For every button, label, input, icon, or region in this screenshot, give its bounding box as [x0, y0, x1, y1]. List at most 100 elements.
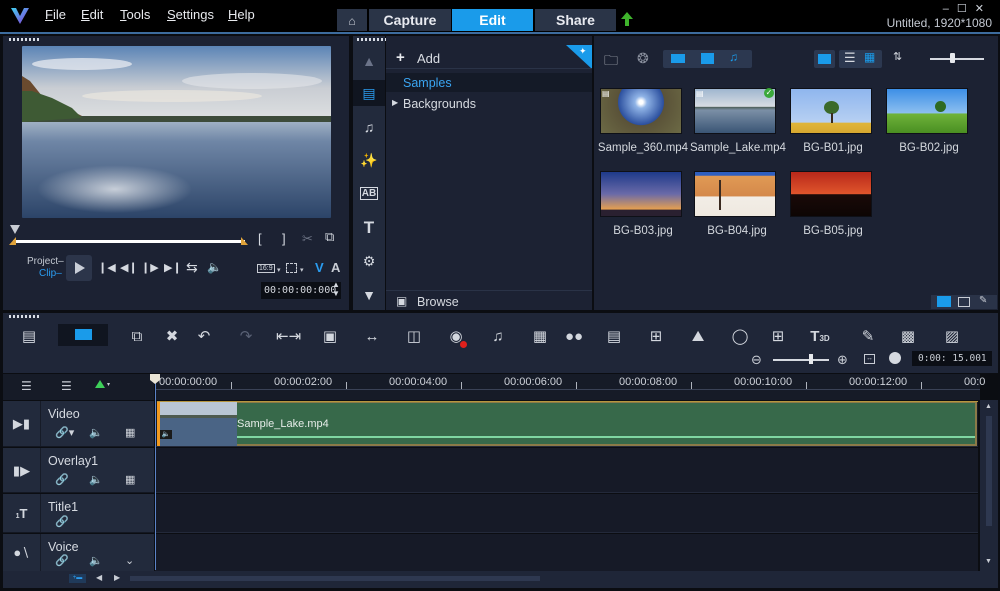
link-icon[interactable]: 🔗	[55, 473, 69, 486]
track-height-icon[interactable]: +▬	[69, 574, 86, 583]
track-manager-icon[interactable]: ☰	[21, 379, 32, 393]
sound-icon[interactable]: ♫	[353, 114, 385, 140]
edit-icon[interactable]: ✎	[979, 295, 987, 306]
end-frame-button[interactable]: ▶❙	[164, 261, 182, 275]
panel-grip[interactable]	[9, 315, 39, 318]
library-item[interactable]: ▤ Sample_360.mp4	[596, 80, 690, 162]
media-library-icon[interactable]: ▤	[353, 80, 385, 106]
timeline-view-button[interactable]	[58, 324, 108, 346]
expand-arrow-icon[interactable]: ▶	[392, 98, 398, 107]
video-clip[interactable]: Sample_Lake.mp4	[157, 401, 977, 446]
filter-video-button[interactable]	[671, 54, 685, 63]
split-screen-icon[interactable]: ▩	[896, 326, 920, 348]
panel-grip[interactable]	[357, 38, 387, 41]
volume-button[interactable]: 🔈	[207, 260, 222, 274]
video-toggle[interactable]: V	[315, 260, 324, 275]
track-lane-voice[interactable]	[155, 534, 978, 572]
crop-resize-icon[interactable]: ▣	[318, 326, 342, 348]
color-grading-icon[interactable]: ▨	[940, 326, 964, 348]
menu-file[interactable]: File	[45, 7, 66, 22]
fit-project-icon[interactable]: ↔	[864, 354, 875, 364]
auto-music-icon[interactable]: ▦	[528, 326, 552, 348]
scroll-left-icon[interactable]: ◀	[96, 573, 102, 582]
redo-icon[interactable]: ↷	[234, 326, 258, 348]
menu-help[interactable]: Help	[228, 7, 255, 22]
play-button[interactable]	[66, 255, 92, 281]
timeline-vertical-scrollbar[interactable]: ▲ ▼	[980, 400, 998, 572]
tab-edit[interactable]: Edit	[452, 9, 533, 31]
undo-icon[interactable]: ↶	[192, 326, 216, 348]
add-icon[interactable]: +	[396, 49, 405, 66]
playhead-line[interactable]	[155, 374, 156, 570]
stretch-icon[interactable]: ◫	[402, 326, 426, 348]
motion-tracking-icon[interactable]: ●●	[562, 326, 586, 348]
paint-creator-icon[interactable]: ✎	[856, 326, 880, 348]
pin-button[interactable]: ✦	[566, 45, 592, 69]
library-item[interactable]: BG-B03.jpg	[596, 163, 690, 245]
link-icon[interactable]: 🔗▾	[55, 426, 74, 439]
ripple-editing-icon[interactable]: ▦	[125, 473, 135, 486]
close-button[interactable]: ✕	[975, 3, 992, 15]
overlay-track-icon[interactable]: ▮▶	[3, 448, 41, 492]
grid-view-icon[interactable]: ▦	[864, 50, 875, 64]
storyboard-view-icon[interactable]: ▤	[17, 326, 41, 348]
scrub-bar[interactable]	[13, 240, 245, 243]
library-item[interactable]: BG-B02.jpg	[882, 80, 976, 162]
timecode-display[interactable]: 00:00:00:000	[261, 282, 341, 299]
thumbnail-size-slider[interactable]	[930, 58, 984, 60]
split-icon[interactable]: ↔	[360, 326, 384, 348]
audio-toggle[interactable]: A	[331, 260, 340, 275]
library-item[interactable]: BG-B01.jpg	[786, 80, 880, 162]
menu-tools[interactable]: Tools	[120, 7, 150, 22]
home-button[interactable]: ⌂	[337, 9, 367, 31]
view-thumbnail-large-button[interactable]	[814, 50, 835, 68]
add-folder-button[interactable]: Add	[417, 51, 440, 66]
enable-ripple-icon[interactable]	[95, 380, 105, 388]
scroll-up-arrow-icon[interactable]: ▲	[985, 403, 992, 410]
capture-icon[interactable]: ❂	[637, 50, 649, 67]
scroll-down-icon[interactable]: ▼	[353, 282, 385, 308]
import-media-icon[interactable]: 🗀	[604, 50, 618, 74]
mark-in-button[interactable]: [	[258, 232, 262, 246]
tree-item-samples[interactable]: Samples	[386, 73, 592, 92]
track-lane-overlay1[interactable]	[155, 448, 978, 493]
options-panel-icon[interactable]	[958, 297, 970, 307]
trim-end-marker[interactable]	[241, 237, 248, 245]
project-mode-label[interactable]: Project–	[27, 256, 64, 267]
timeline-ruler[interactable]: 00:00:00:00 00:00:02:00 00:00:04:00 00:00:0…	[155, 374, 985, 400]
menu-settings[interactable]: Settings	[167, 7, 214, 22]
menu-edit[interactable]: Edit	[81, 7, 103, 22]
transition-icon[interactable]: AB	[353, 181, 385, 207]
track-mute-icon[interactable]: 🔈	[89, 473, 103, 486]
slider-handle[interactable]	[950, 53, 955, 63]
zoom-slider-handle[interactable]	[809, 354, 813, 364]
subtitle-editor-icon[interactable]: ▤	[602, 326, 626, 348]
speed-icon[interactable]: ⛰	[686, 326, 710, 348]
ripple-dropdown-icon[interactable]: ▾	[107, 381, 110, 388]
timeline-zoom-slider[interactable]	[773, 359, 829, 361]
aspect-ratio-button[interactable]: 16:9	[257, 264, 275, 273]
timeline-horizontal-scrollbar[interactable]	[130, 576, 540, 581]
zoom-in-icon[interactable]: ⊕	[837, 352, 848, 368]
link-icon[interactable]: 🔗	[55, 515, 69, 528]
filter-icon[interactable]: ⚙	[353, 248, 385, 274]
library-item[interactable]: BG-B04.jpg	[690, 163, 784, 245]
track-mute-icon[interactable]: 🔈	[89, 426, 103, 439]
crop-dropdown-icon[interactable]: ▾	[300, 266, 304, 274]
expand-track-icon[interactable]: ⌄	[125, 554, 134, 567]
sort-icon[interactable]: ⇅	[893, 50, 902, 63]
multi-camera-icon[interactable]: ⊞	[644, 326, 668, 348]
title-track-icon[interactable]: 1T	[3, 494, 41, 532]
filter-photo-button[interactable]	[701, 53, 714, 64]
fit-to-window-icon[interactable]: ⇤⇥	[276, 326, 301, 348]
voice-track-icon[interactable]: ●∖	[3, 534, 41, 571]
tree-item-backgrounds[interactable]: ▶ Backgrounds	[386, 94, 592, 113]
tab-capture[interactable]: Capture	[369, 9, 451, 31]
pan-zoom-icon[interactable]: ⊞	[766, 326, 790, 348]
scroll-down-arrow-icon[interactable]: ▼	[985, 558, 992, 565]
track-mute-icon[interactable]: 🔈	[89, 554, 103, 567]
title-icon[interactable]: T	[353, 215, 385, 241]
add-remove-chapter-icon[interactable]: ☰	[61, 379, 72, 393]
sound-mixer-icon[interactable]: ♫	[486, 326, 510, 348]
next-frame-button[interactable]: ❙▶	[141, 261, 159, 275]
